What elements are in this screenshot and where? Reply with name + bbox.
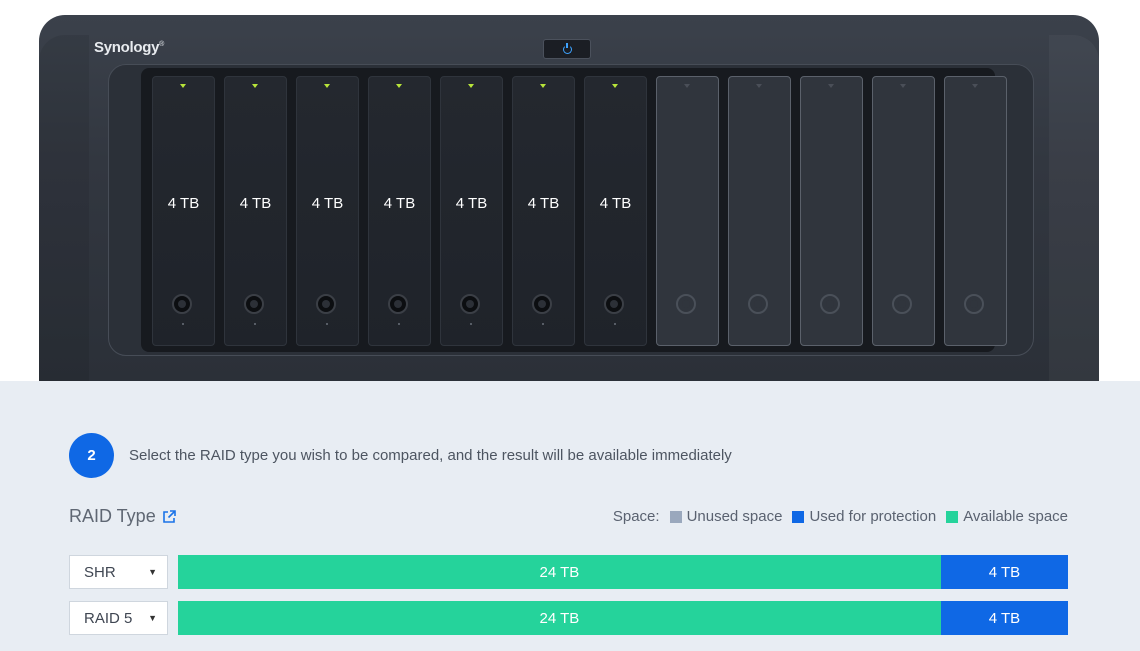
- drive-slot-installed[interactable]: 4 TB: [296, 76, 359, 346]
- raid-type-value: RAID 5: [84, 609, 133, 627]
- available-space-segment: 24 TB: [178, 601, 941, 635]
- protection-space-segment: 4 TB: [940, 555, 1068, 589]
- protection-space-segment: 4 TB: [940, 601, 1068, 635]
- drive-status-led-icon: [324, 84, 330, 88]
- drive-slot-installed[interactable]: 4 TB: [224, 76, 287, 346]
- drive-indicator-dot: [542, 323, 544, 325]
- dropdown-caret-icon: ▼: [148, 567, 157, 577]
- legend-label: Space:: [612, 508, 660, 525]
- dropdown-caret-icon: ▼: [148, 613, 157, 623]
- brand-logo: Synology®: [94, 39, 164, 56]
- legend-swatch-available: [946, 510, 959, 523]
- legend-swatch-unused: [669, 510, 682, 523]
- drive-slot-empty[interactable]: [656, 76, 719, 346]
- drive-slot-installed[interactable]: 4 TB: [440, 76, 503, 346]
- nas-device: Synology® 4 TB 4 TB 4 TB 4 TB 4 TB 4 TB 4 TB: [39, 15, 1099, 381]
- drive-capacity-label: 4 TB: [599, 195, 632, 212]
- drive-indicator-dot: [182, 323, 184, 325]
- drive-status-led-icon: [540, 84, 546, 88]
- drive-indicator-dot: [470, 323, 472, 325]
- legend-item-protection: Used for protection: [792, 508, 936, 525]
- drive-indicator-dot: [326, 323, 328, 325]
- drive-lock-icon: [820, 294, 840, 314]
- power-icon: [562, 42, 572, 54]
- drive-capacity-label: 4 TB: [239, 195, 272, 212]
- drive-status-led-icon: [180, 84, 186, 88]
- drive-lock-icon: [244, 294, 264, 314]
- drive-slot-empty[interactable]: [800, 76, 863, 346]
- legend-text-available: Available space: [963, 508, 1068, 525]
- drive-slot-installed[interactable]: 4 TB: [152, 76, 215, 346]
- power-button[interactable]: [543, 39, 591, 59]
- step-number-badge: 2: [69, 433, 114, 478]
- capacity-bar: 24 TB 4 TB: [178, 555, 1068, 589]
- drive-lock-icon: [676, 294, 696, 314]
- device-side-panel-left: [39, 35, 89, 381]
- drive-lock-icon: [964, 294, 984, 314]
- raid-row-shr: SHR ▼ 24 TB 4 TB: [69, 555, 1068, 589]
- drive-slot-empty[interactable]: [728, 76, 791, 346]
- legend-text-protection: Used for protection: [809, 508, 937, 525]
- drive-lock-icon: [388, 294, 408, 314]
- drive-status-led-icon: [900, 84, 906, 88]
- legend-item-available: Available space: [946, 508, 1068, 525]
- space-legend: Space: Unused space Used for protection …: [613, 508, 1068, 525]
- drive-lock-icon: [604, 294, 624, 314]
- drive-slot-installed[interactable]: 4 TB: [584, 76, 647, 346]
- drive-indicator-dot: [614, 323, 616, 325]
- drive-status-led-icon: [756, 84, 762, 88]
- step-instruction: Select the RAID type you wish to be comp…: [129, 447, 732, 464]
- raid-type-select-shr[interactable]: SHR ▼: [69, 555, 168, 589]
- raid-type-select-raid5[interactable]: RAID 5 ▼: [69, 601, 168, 635]
- raid-row-raid5: RAID 5 ▼ 24 TB 4 TB: [69, 601, 1068, 635]
- drive-slot-installed[interactable]: 4 TB: [368, 76, 431, 346]
- raid-config-panel: 2 Select the RAID type you wish to be co…: [0, 381, 1140, 651]
- drive-status-led-icon: [684, 84, 690, 88]
- drive-slot-empty[interactable]: [872, 76, 935, 346]
- drive-slots: 4 TB 4 TB 4 TB 4 TB 4 TB 4 TB 4 TB: [152, 76, 1007, 346]
- drive-status-led-icon: [468, 84, 474, 88]
- drive-indicator-dot: [398, 323, 400, 325]
- drive-lock-icon: [460, 294, 480, 314]
- drive-capacity-label: 4 TB: [383, 195, 416, 212]
- drive-lock-icon: [892, 294, 912, 314]
- drive-status-led-icon: [252, 84, 258, 88]
- device-side-panel-right: [1049, 35, 1099, 381]
- external-link-icon[interactable]: [162, 509, 176, 524]
- drive-status-led-icon: [828, 84, 834, 88]
- drive-slot-installed[interactable]: 4 TB: [512, 76, 575, 346]
- legend-swatch-protection: [792, 510, 805, 523]
- drive-lock-icon: [172, 294, 192, 314]
- drive-lock-icon: [532, 294, 552, 314]
- drive-lock-icon: [316, 294, 336, 314]
- drive-indicator-dot: [254, 323, 256, 325]
- drive-capacity-label: 4 TB: [527, 195, 560, 212]
- raid-type-heading: RAID Type: [69, 506, 176, 527]
- drive-slot-empty[interactable]: [944, 76, 1007, 346]
- drive-capacity-label: 4 TB: [455, 195, 488, 212]
- legend-item-unused: Unused space: [669, 508, 783, 525]
- available-space-segment: 24 TB: [178, 555, 941, 589]
- drive-status-led-icon: [612, 84, 618, 88]
- drive-capacity-label: 4 TB: [311, 195, 344, 212]
- raid-type-title: RAID Type: [69, 506, 156, 526]
- drive-status-led-icon: [972, 84, 978, 88]
- raid-type-value: SHR: [84, 563, 116, 581]
- legend-text-unused: Unused space: [686, 508, 783, 525]
- drive-capacity-label: 4 TB: [167, 195, 200, 212]
- drive-status-led-icon: [396, 84, 402, 88]
- capacity-bar: 24 TB 4 TB: [178, 601, 1068, 635]
- drive-lock-icon: [748, 294, 768, 314]
